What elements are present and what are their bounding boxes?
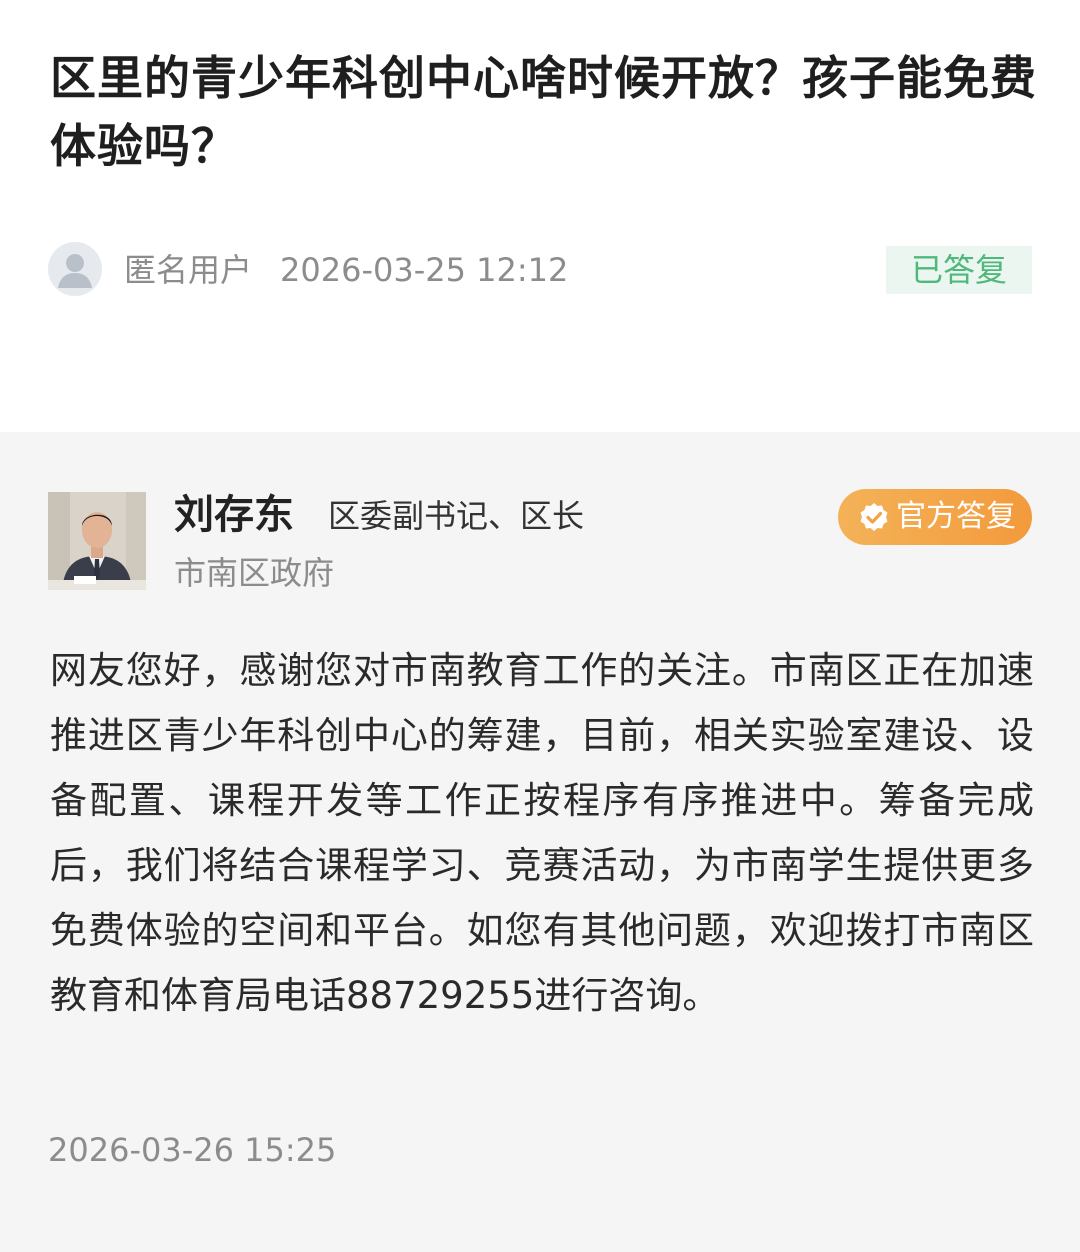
answer-content: 网友您好，感谢您对市南教育工作的关注。市南区正在加速推进区青少年科创中心的筹建，…	[50, 649, 1034, 1017]
official-reply-badge: 官方答复	[838, 489, 1032, 545]
answer-section: 刘存东 区委副书记、区长 市南区政府 官方答复 网友您好，感谢您对市南教育工作的…	[0, 432, 1080, 1252]
status-badge: 已答复	[886, 246, 1032, 294]
answer-timestamp: 2026-03-26 15:25	[48, 1131, 337, 1169]
official-portrait-image	[48, 492, 146, 590]
official-name: 刘存东	[174, 492, 294, 538]
verified-check-icon	[858, 501, 890, 533]
question-title: 区里的青少年科创中心啥时候开放？孩子能免费体验吗？	[50, 51, 1037, 173]
official-organization: 市南区政府	[174, 554, 335, 592]
official-reply-label: 官方答复	[896, 499, 1016, 534]
asker-info: 匿名用户 2026-03-25 12:12 已答复	[48, 242, 1032, 298]
question-section: 区里的青少年科创中心啥时候开放？孩子能免费体验吗？ 匿名用户 2026-03-2…	[0, 0, 1080, 432]
question-timestamp: 2026-03-25 12:12	[280, 251, 569, 289]
anonymous-avatar	[48, 242, 102, 296]
official-avatar[interactable]	[48, 492, 146, 590]
asker-name: 匿名用户	[124, 251, 253, 289]
user-silhouette-icon	[58, 254, 92, 288]
official-title: 区委副书记、区长	[328, 497, 585, 535]
